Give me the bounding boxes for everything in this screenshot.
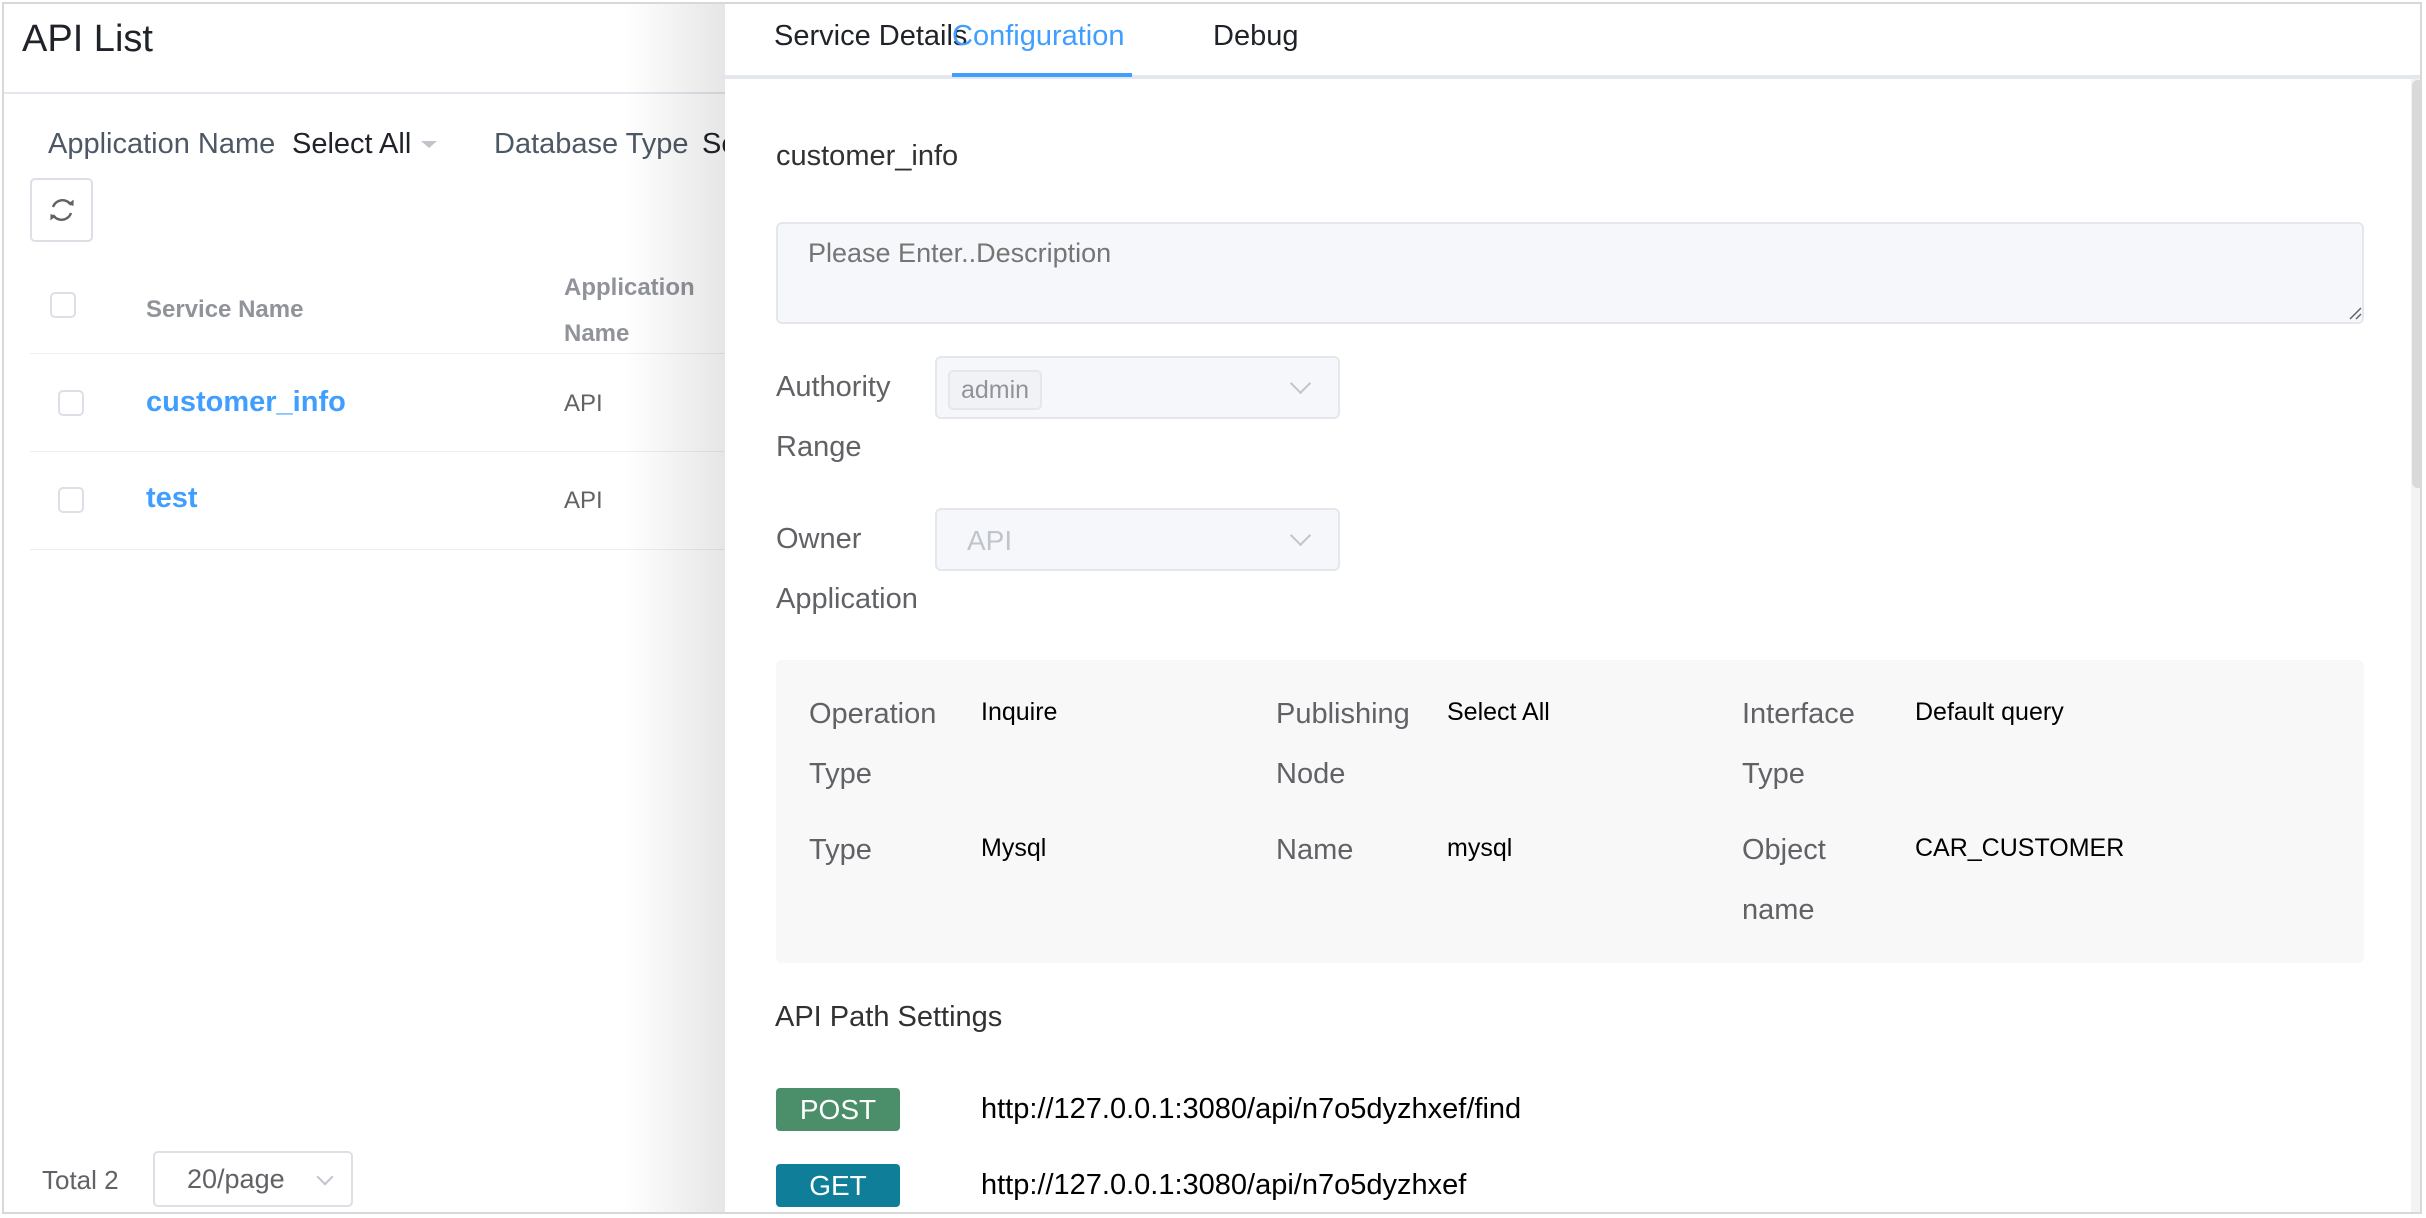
db-type-value: Mysql <box>981 834 1047 862</box>
authority-range-label-line2: Range <box>776 431 862 463</box>
publishing-node-value: Select All <box>1447 698 1550 726</box>
owner-application-label-line2: Application <box>776 583 918 615</box>
chevron-down-icon <box>316 1168 334 1186</box>
interface-type-label-line1: Interface <box>1742 698 1855 730</box>
page-size-select[interactable]: 20/page <box>153 1151 353 1207</box>
total-count: Total 2 <box>42 1165 119 1195</box>
service-name-link[interactable]: test <box>146 482 198 515</box>
db-name-value: mysql <box>1447 834 1513 862</box>
service-title: customer_info <box>776 140 959 172</box>
service-info-panel: Operation Type Inquire Publishing Node S… <box>776 660 2364 963</box>
resize-handle-icon[interactable] <box>2348 306 2362 320</box>
authority-tag: admin <box>948 370 1043 410</box>
authority-range-label-line1: Authority <box>776 371 891 403</box>
interface-type-label-line2: Type <box>1742 758 1805 790</box>
object-name-label-line2: name <box>1742 894 1815 926</box>
interface-type-value: Default query <box>1915 698 2064 726</box>
chevron-down-icon <box>1289 524 1312 547</box>
owner-application-select[interactable]: API <box>935 508 1340 571</box>
operation-type-label-line2: Type <box>809 758 872 790</box>
tab-configuration[interactable]: Configuration <box>952 20 1125 53</box>
operation-type-label-line1: Operation <box>809 698 937 730</box>
page-title: API List <box>22 18 153 60</box>
application-name-select[interactable]: Select All <box>292 128 438 161</box>
application-name-cell: API <box>564 390 603 417</box>
page-size-value: 20/page <box>187 1163 285 1194</box>
object-name-label-line1: Object <box>1742 834 1826 866</box>
method-badge-get: GET <box>776 1164 900 1207</box>
api-path-settings-title: API Path Settings <box>775 1001 1003 1033</box>
db-name-label: Name <box>1276 834 1354 866</box>
api-path-row: GET http://127.0.0.1:3080/api/n7o5dyzhxe… <box>776 1164 1776 1208</box>
service-drawer: Service Details Configuration Debug cust… <box>725 4 2420 1212</box>
api-url: http://127.0.0.1:3080/api/n7o5dyzhxef <box>981 1169 1467 1201</box>
column-header-application-name-line2: Name <box>564 320 630 347</box>
owner-application-value: API <box>967 525 1013 556</box>
db-type-label: Type <box>809 834 872 866</box>
scrollbar-thumb[interactable] <box>2412 80 2420 488</box>
service-name-link[interactable]: customer_info <box>146 386 346 419</box>
refresh-button[interactable] <box>30 178 93 242</box>
api-url: http://127.0.0.1:3080/api/n7o5dyzhxef/fi… <box>981 1093 1522 1125</box>
owner-application-label-line1: Owner <box>776 523 862 555</box>
application-name-select-value: Select All <box>292 128 412 160</box>
object-name-value: CAR_CUSTOMER <box>1915 834 2125 862</box>
chevron-down-icon <box>1289 372 1312 395</box>
caret-down-icon <box>421 141 438 148</box>
refresh-icon <box>49 199 74 221</box>
authority-range-select[interactable]: admin <box>935 356 1340 419</box>
publishing-node-label-line2: Node <box>1276 758 1346 790</box>
application-name-cell: API <box>564 487 603 514</box>
app-window: API List Application Name Select All Dat… <box>2 2 2422 1214</box>
select-all-checkbox[interactable] <box>50 292 76 318</box>
operation-type-value: Inquire <box>981 698 1058 726</box>
row-checkbox[interactable] <box>58 390 84 416</box>
tab-service-details[interactable]: Service Details <box>774 20 967 53</box>
filter-label-application-name: Application Name <box>48 128 276 160</box>
drawer-shadow <box>624 4 728 1212</box>
description-textarea[interactable] <box>776 222 2364 324</box>
row-checkbox[interactable] <box>58 487 84 513</box>
tab-debug[interactable]: Debug <box>1213 20 1298 53</box>
api-path-row: POST http://127.0.0.1:3080/api/n7o5dyzhx… <box>776 1088 1776 1132</box>
publishing-node-label-line1: Publishing <box>1276 698 1410 730</box>
column-header-service-name: Service Name <box>146 296 304 323</box>
method-badge-post: POST <box>776 1088 900 1131</box>
active-tab-indicator <box>952 73 1132 77</box>
